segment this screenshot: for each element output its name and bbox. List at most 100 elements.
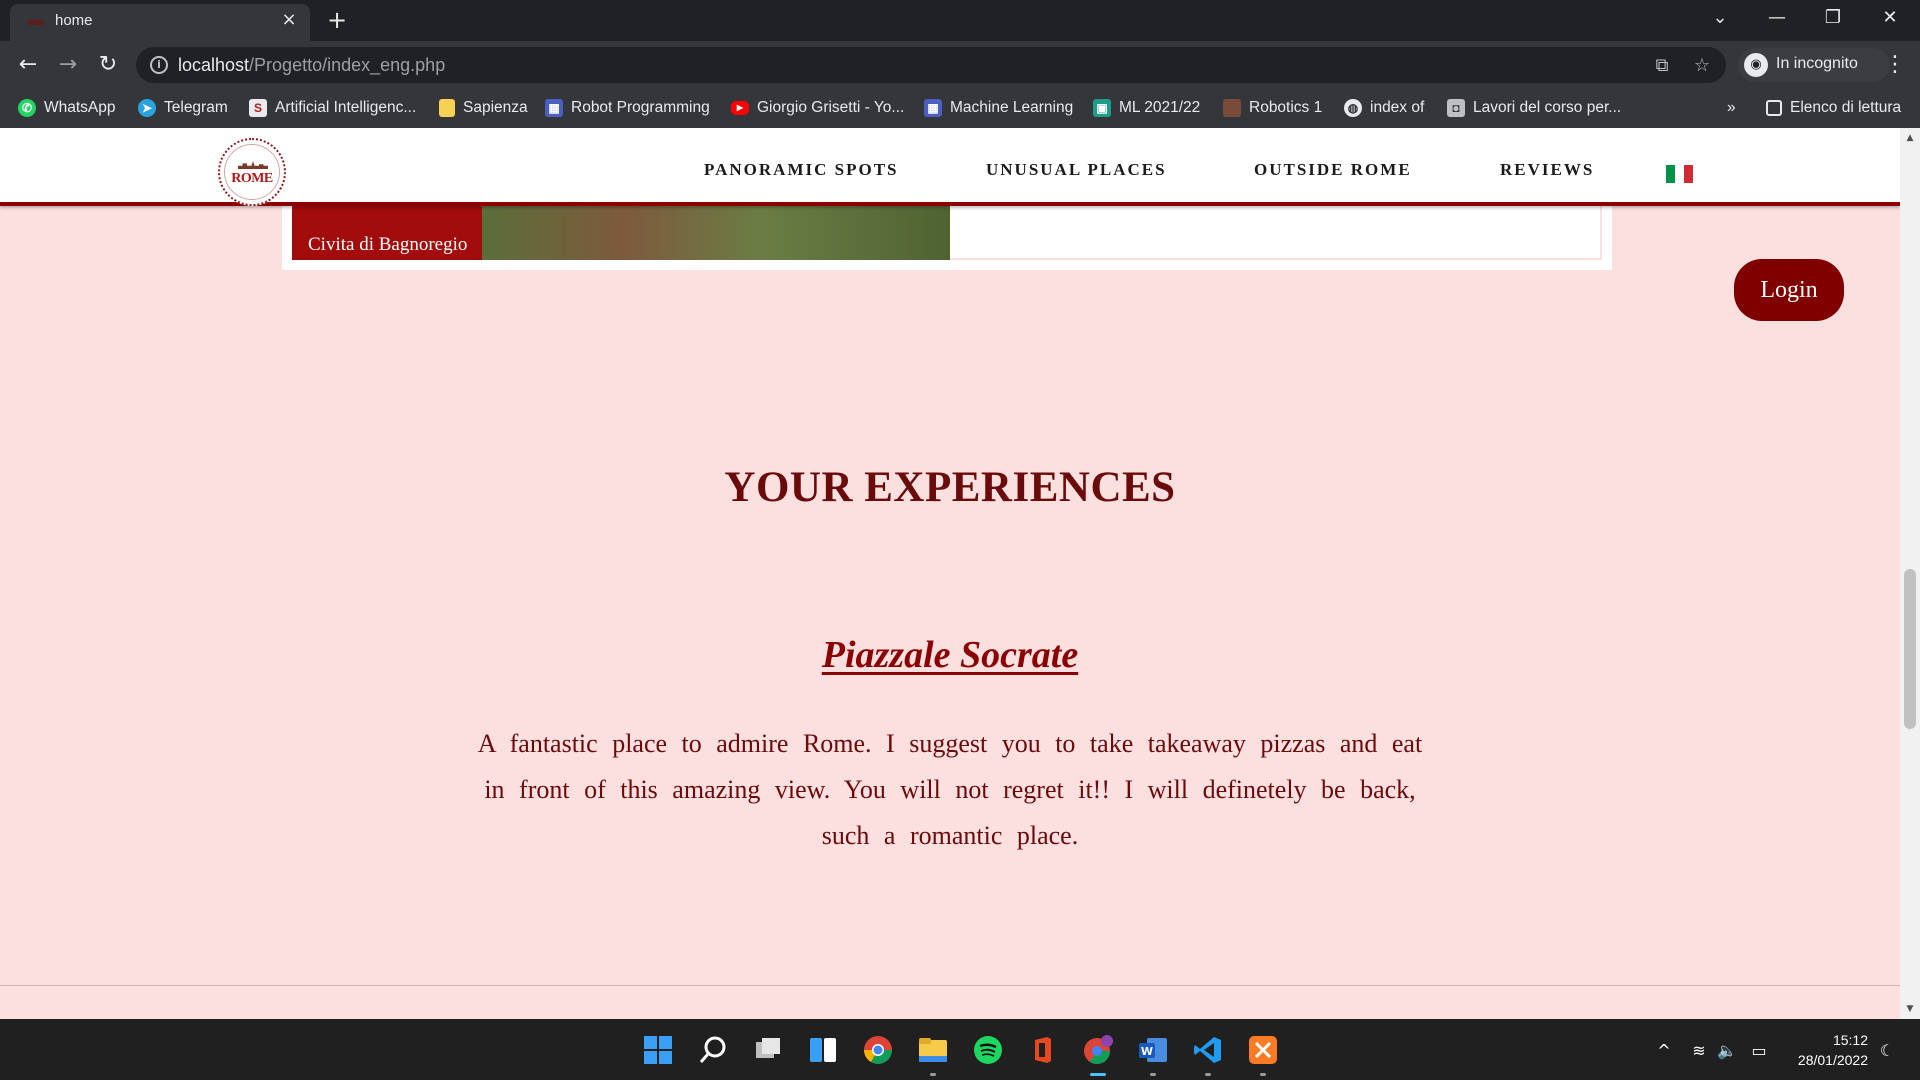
classroom-icon: ▦ — [924, 99, 942, 117]
tab-home[interactable]: home × — [10, 4, 310, 41]
youtube-icon: ▶ — [731, 101, 749, 115]
bookmark-whatsapp[interactable]: ✆ WhatsApp — [18, 96, 116, 120]
chrome-icon[interactable] — [862, 1034, 894, 1066]
running-indicator — [1205, 1073, 1211, 1076]
section-divider — [0, 985, 1900, 986]
new-tab-button[interactable]: + — [323, 6, 351, 34]
scrollbar-thumb[interactable] — [1904, 569, 1916, 729]
svg-text:W: W — [1141, 1045, 1153, 1058]
bookmarks-bar: ✆ WhatsApp ➤ Telegram S Artificial Intel… — [0, 89, 1920, 128]
bookmark-machine-learning[interactable]: ▦ Machine Learning — [924, 96, 1073, 120]
translate-icon[interactable]: ⧉ — [1650, 54, 1674, 78]
active-indicator — [1090, 1073, 1106, 1076]
reading-list-button[interactable]: Elenco di lettura — [1766, 96, 1901, 120]
site-logo[interactable]: ROME — [218, 138, 286, 206]
scroll-down-icon[interactable]: ▼ — [1900, 1001, 1920, 1017]
tab-close-icon[interactable]: × — [278, 9, 300, 31]
task-view-icon[interactable] — [752, 1034, 784, 1066]
running-indicator — [930, 1073, 936, 1076]
clock[interactable]: 15:12 28/01/2022 — [1780, 1030, 1868, 1070]
xampp-icon[interactable] — [1247, 1034, 1279, 1066]
start-icon[interactable] — [642, 1034, 674, 1066]
tray-overflow-icon[interactable]: ^ — [1654, 1041, 1674, 1060]
carousel-caption-text: Civita di Bagnoregio — [308, 234, 468, 255]
notification-icon[interactable]: ☾ — [1876, 1041, 1898, 1060]
telegram-icon: ➤ — [138, 99, 156, 117]
classroom-icon: ▦ — [545, 99, 563, 117]
running-indicator — [1150, 1073, 1156, 1076]
bookmark-label: Artificial Intelligenc... — [275, 99, 417, 116]
nav-outside-rome[interactable]: OUTSIDE ROME — [1254, 160, 1412, 180]
login-button[interactable]: Login — [1734, 259, 1844, 321]
volume-icon[interactable]: 🔈 — [1716, 1041, 1738, 1060]
browser-titlebar: home × + ⌄ — ❐ ✕ — [0, 0, 1920, 41]
bookmark-telegram[interactable]: ➤ Telegram — [138, 96, 228, 120]
file-explorer-icon[interactable] — [917, 1034, 949, 1066]
bookmark-label: WhatsApp — [44, 99, 116, 116]
wifi-icon[interactable]: ≋ — [1688, 1041, 1710, 1060]
reload-button[interactable]: ↻ — [92, 49, 124, 81]
bookmarks-overflow-button[interactable]: » — [1727, 96, 1736, 120]
close-window-button[interactable]: ✕ — [1862, 0, 1918, 40]
bookmark-ml-2021-22[interactable]: ▣ ML 2021/22 — [1093, 96, 1200, 120]
bookmark-label: Sapienza — [463, 99, 528, 116]
bookmark-index-of[interactable]: ◍ index of — [1344, 96, 1424, 120]
site-favicon-icon — [28, 20, 44, 25]
logo-text: ROME — [231, 171, 273, 186]
tab-title: home — [55, 12, 93, 29]
scroll-up-icon[interactable]: ▲ — [1900, 130, 1920, 146]
browser-toolbar: ← → ↻ i localhost/Progetto/index_eng.php… — [0, 41, 1920, 89]
bookmark-label: ML 2021/22 — [1119, 99, 1201, 116]
browser-menu-icon[interactable]: ⋮ — [1880, 49, 1910, 81]
bookmark-giorgio-grisetti[interactable]: ▶ Giorgio Grisetti - Yo... — [731, 96, 904, 120]
bookmark-label: Machine Learning — [950, 99, 1074, 116]
vscode-icon[interactable] — [1192, 1034, 1224, 1066]
restore-button[interactable]: ❐ — [1805, 0, 1861, 40]
whatsapp-icon: ✆ — [18, 99, 36, 117]
nav-unusual-places[interactable]: UNUSUAL PLACES — [986, 160, 1167, 180]
office-icon[interactable] — [1027, 1034, 1059, 1066]
bookmark-label: Lavori del corso per... — [1473, 99, 1622, 116]
folder-icon — [439, 99, 455, 117]
page-viewport: Civita di Bagnoregio ROME PANORAMIC SPOT… — [0, 128, 1900, 1019]
bookmark-robot-programming[interactable]: ▦ Robot Programming — [545, 96, 710, 120]
s-icon: S — [249, 99, 267, 117]
url-text[interactable]: localhost/Progetto/index_eng.php — [178, 55, 445, 76]
nav-reviews[interactable]: REVIEWS — [1500, 160, 1594, 180]
clock-date: 28/01/2022 — [1797, 1052, 1868, 1068]
incognito-label: In incognito — [1776, 55, 1858, 72]
site-info-icon[interactable]: i — [150, 56, 168, 74]
windows-taskbar: W ^ ≋ 🔈 ▭ 15:12 28/01/2022 ☾ — [0, 1019, 1920, 1080]
forward-button[interactable]: → — [52, 49, 84, 81]
italian-flag-icon[interactable] — [1666, 165, 1693, 183]
person-icon — [1223, 99, 1241, 117]
widgets-icon[interactable] — [807, 1034, 839, 1066]
bookmark-robotics-1[interactable]: Robotics 1 — [1223, 96, 1322, 120]
bookmark-artificial-intelligence[interactable]: S Artificial Intelligenc... — [249, 96, 416, 120]
word-icon[interactable]: W — [1137, 1034, 1169, 1066]
search-icon[interactable] — [697, 1034, 729, 1066]
site-header: ROME PANORAMIC SPOTS UNUSUAL PLACES OUTS… — [0, 128, 1900, 206]
incognito-indicator[interactable]: ◉ In incognito — [1738, 48, 1890, 82]
incognito-icon: ◉ — [1744, 53, 1768, 77]
bookmark-label: index of — [1370, 99, 1425, 116]
reading-list-icon — [1766, 100, 1782, 116]
review-text: A fantastic place to admire Rome. I sugg… — [477, 729, 1423, 850]
page-scrollbar[interactable]: ▲ ▼ — [1900, 128, 1920, 1019]
battery-icon[interactable]: ▭ — [1748, 1041, 1770, 1060]
chrome-incognito-icon[interactable] — [1082, 1034, 1114, 1066]
bookmark-sapienza[interactable]: Sapienza — [439, 96, 528, 120]
address-bar[interactable]: i localhost/Progetto/index_eng.php ⧉ ☆ — [136, 47, 1726, 83]
minimize-button[interactable]: — — [1749, 0, 1805, 40]
back-button[interactable]: ← — [12, 49, 44, 81]
tab-search-icon[interactable]: ⌄ — [1692, 0, 1748, 40]
running-indicator — [1260, 1073, 1266, 1076]
bookmark-lavori-del-corso[interactable]: ◘ Lavori del corso per... — [1447, 96, 1621, 120]
nav-panoramic-spots[interactable]: PANORAMIC SPOTS — [704, 160, 899, 180]
section-title: YOUR EXPERIENCES — [724, 464, 1176, 511]
bookmark-label: Robot Programming — [571, 99, 710, 116]
bookmark-star-icon[interactable]: ☆ — [1690, 54, 1714, 78]
review-title[interactable]: Piazzale Socrate — [0, 633, 1900, 677]
spotify-icon[interactable] — [972, 1034, 1004, 1066]
bookmark-label: Giorgio Grisetti - Yo... — [757, 99, 905, 116]
